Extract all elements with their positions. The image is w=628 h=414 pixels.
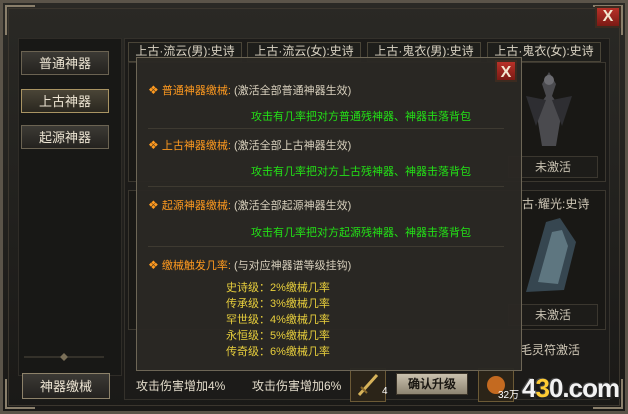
artifact-title: 古·耀光:史诗	[522, 197, 590, 211]
diamond-icon: ❖	[148, 83, 159, 97]
ornament-divider	[24, 353, 104, 361]
confirm-upgrade-button[interactable]: 确认升级	[396, 373, 468, 395]
bonus-text: 攻击伤害增加6%	[252, 379, 342, 393]
popup-divider	[148, 128, 504, 129]
weapon-figure-image	[526, 218, 576, 292]
popup-section-header: ❖ 起源神器缴械: (激活全部起源神器生效)	[148, 198, 352, 212]
popup-close-button[interactable]: X	[495, 60, 517, 82]
armor-figure-image	[526, 72, 572, 146]
sidebar-item-ancient-artifact[interactable]: 上古神器	[21, 89, 109, 113]
popup-effect-text: 攻击有几率把对方起源残神器、神器击落背包	[251, 227, 471, 239]
site-logo: 430.com	[522, 373, 620, 403]
bonus-text: 攻击伤害增加4%	[136, 379, 226, 393]
trigger-level-text: 罕世级：4%缴械几率	[226, 314, 330, 326]
popup-section-header: ❖ 缴械触发几率: (与对应神器谱等级挂钩)	[148, 258, 352, 272]
popup-effect-text: 攻击有几率把对方上古残神器、神器击落背包	[251, 166, 471, 178]
trigger-level-text: 史诗级：2%缴械几率	[226, 282, 330, 294]
popup-section-header: ❖ 普通神器缴械: (激活全部普通神器生效)	[148, 83, 352, 97]
popup-divider	[148, 246, 504, 247]
artifact-disarm-button[interactable]: 神器缴械	[22, 373, 110, 399]
cost-text: 32万	[498, 390, 520, 401]
sidebar-item-origin-artifact[interactable]: 起源神器	[21, 125, 109, 149]
sidebar: 普通神器 上古神器 起源神器	[18, 38, 122, 376]
diamond-icon: ❖	[148, 258, 159, 272]
trigger-level-text: 传承级：3%缴械几率	[226, 298, 330, 310]
item-count: 4	[382, 386, 388, 397]
trigger-level-text: 传奇级：6%缴械几率	[226, 346, 330, 358]
popup-section-header: ❖ 上古神器缴械: (激活全部上古神器生效)	[148, 138, 352, 152]
trigger-level-text: 永恒级：5%缴械几率	[226, 330, 330, 342]
window-close-button[interactable]: X	[595, 6, 621, 28]
sword-icon	[357, 373, 379, 397]
frame-corner	[5, 5, 35, 35]
diamond-icon: ❖	[148, 198, 159, 212]
sidebar-item-normal-artifact[interactable]: 普通神器	[21, 51, 109, 75]
popup-divider	[148, 186, 504, 187]
item-slot[interactable]	[350, 368, 386, 402]
rune-activate-label[interactable]: 毛灵符激活	[520, 341, 580, 358]
diamond-icon: ❖	[148, 138, 159, 152]
popup-effect-text: 攻击有几率把对方普通残神器、神器击落背包	[251, 111, 471, 123]
